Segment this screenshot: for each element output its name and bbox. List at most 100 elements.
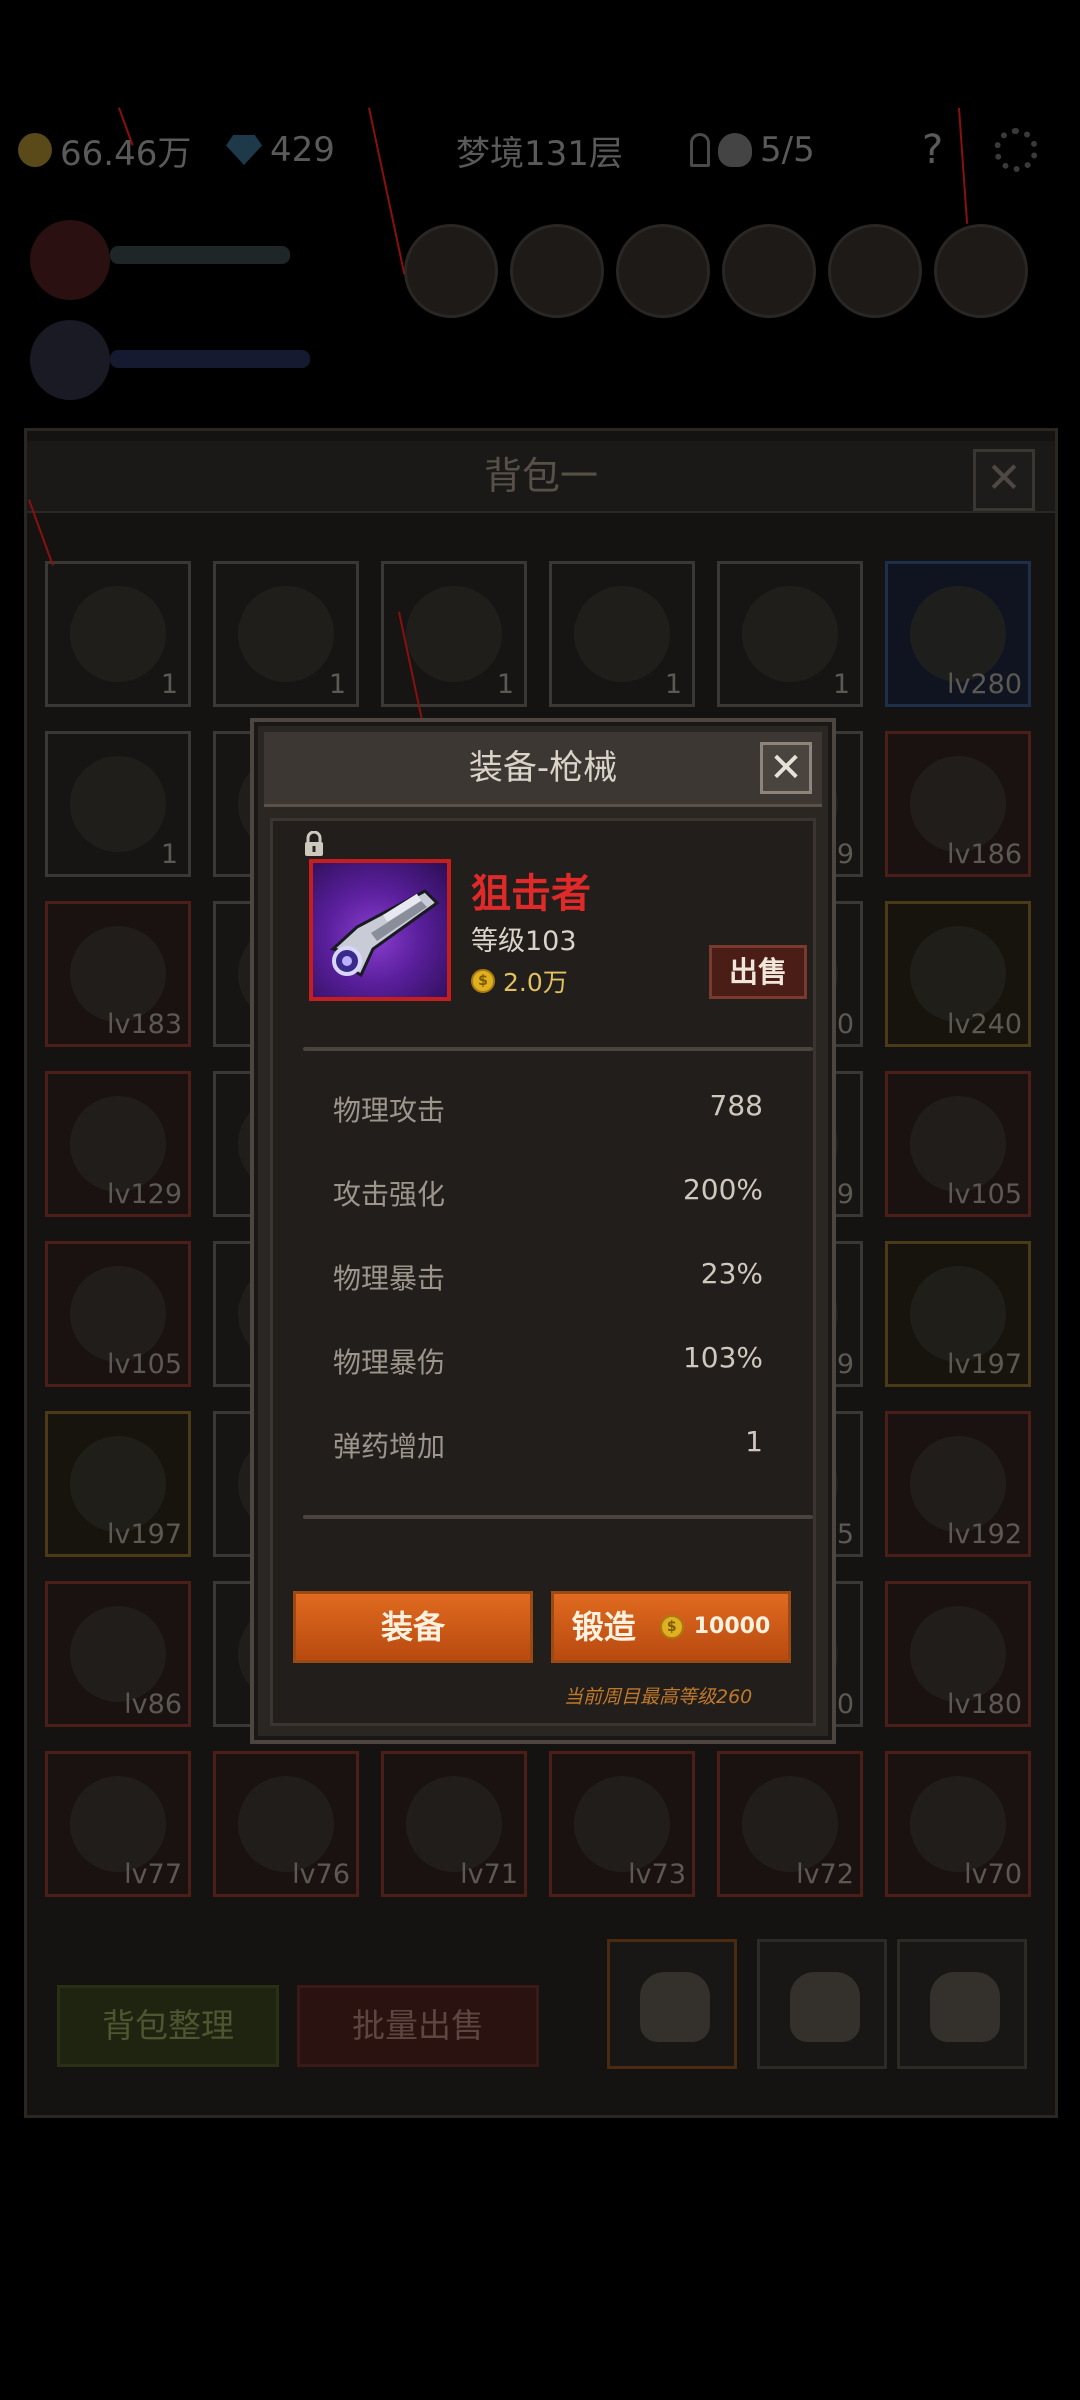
stat-name: 物理暴击 xyxy=(333,1262,446,1295)
item-level-label: lv192 xyxy=(946,1519,1022,1550)
item-price: $ 2.0万 xyxy=(471,963,568,999)
key-amount: 5/5 xyxy=(760,130,815,170)
item-art xyxy=(70,1606,166,1702)
item-level-label: lv240 xyxy=(946,1009,1022,1040)
item-art xyxy=(574,1776,670,1872)
item-art xyxy=(70,586,166,682)
bulk-sell-button[interactable]: 批量出售 xyxy=(297,1985,539,2067)
stat-value: 23% xyxy=(700,1257,763,1290)
stat-row: 物理暴击 23% xyxy=(333,1257,763,1297)
backpack-slot[interactable]: lv240 xyxy=(885,901,1031,1047)
equip-slot[interactable] xyxy=(404,224,498,318)
stat-row: 物理攻击 788 xyxy=(333,1089,763,1129)
backpack-close-button[interactable]: ✕ xyxy=(973,449,1035,511)
backpack-icon xyxy=(930,1972,1000,2042)
item-art xyxy=(70,1096,166,1192)
backpack-slot[interactable]: lv197 xyxy=(885,1241,1031,1387)
equip-slot[interactable] xyxy=(616,224,710,318)
backpack-slot[interactable]: lv129 xyxy=(45,1071,191,1217)
item-count: 1 xyxy=(160,669,178,700)
item-art xyxy=(406,586,502,682)
equip-slot[interactable] xyxy=(934,224,1028,318)
equipment-detail-dialog: 装备-枪械 ✕ 狙击者 等级103 $ 2.0万 出售 物理攻击 788 攻击强化 2… xyxy=(250,718,836,1744)
item-name: 狙击者 xyxy=(471,871,591,917)
max-level-note: 当前周目最高等级260 xyxy=(564,1686,753,1708)
backpack-slot[interactable]: lv77 xyxy=(45,1751,191,1897)
gold-coin-icon: $ xyxy=(659,1615,684,1639)
backpack-icon xyxy=(640,1972,710,2042)
equip-slot[interactable] xyxy=(828,224,922,318)
help-icon: ? xyxy=(922,127,944,173)
item-art xyxy=(910,926,1006,1022)
item-level-label: lv70 xyxy=(964,1859,1022,1890)
forge-button[interactable]: 锻造 $ 10000 xyxy=(551,1591,791,1663)
backpack-slot[interactable]: lv76 xyxy=(213,1751,359,1897)
item-price-value: 2.0万 xyxy=(503,968,568,997)
gem-icon xyxy=(226,135,262,165)
item-art xyxy=(70,1776,166,1872)
dialog-close-button[interactable]: ✕ xyxy=(760,742,812,794)
backpack-slot[interactable]: 1 xyxy=(717,561,863,707)
bag-tab-1[interactable] xyxy=(607,1939,737,2069)
backpack-slot[interactable]: 1 xyxy=(45,561,191,707)
backpack-icon xyxy=(790,1972,860,2042)
stat-value: 200% xyxy=(682,1173,763,1206)
equip-button[interactable]: 装备 xyxy=(293,1591,533,1663)
backpack-slot[interactable]: lv192 xyxy=(885,1411,1031,1557)
backpack-slot[interactable]: lv73 xyxy=(549,1751,695,1897)
lock-icon[interactable] xyxy=(303,831,325,857)
item-art xyxy=(742,1776,838,1872)
backpack-slot[interactable]: lv183 xyxy=(45,901,191,1047)
item-art xyxy=(910,586,1006,682)
sniper-gun-icon xyxy=(329,889,440,978)
divider xyxy=(303,1047,813,1051)
backpack-slot[interactable]: lv197 xyxy=(45,1411,191,1557)
backpack-slot[interactable]: lv86 xyxy=(45,1581,191,1727)
item-level-label: lv186 xyxy=(946,839,1022,870)
backpack-slot[interactable]: lv280 xyxy=(885,561,1031,707)
backpack-slot[interactable]: 1 xyxy=(549,561,695,707)
companion-avatar[interactable] xyxy=(30,320,110,400)
item-count: 1 xyxy=(496,669,514,700)
divider xyxy=(303,1515,813,1519)
backpack-slot[interactable]: lv72 xyxy=(717,1751,863,1897)
companion-bar xyxy=(110,350,310,368)
item-level-label: lv105 xyxy=(106,1349,182,1380)
backpack-slot[interactable]: lv71 xyxy=(381,1751,527,1897)
stage-label: 梦境131层 xyxy=(456,126,623,175)
backpack-title: 背包一 xyxy=(27,441,1055,513)
sell-button[interactable]: 出售 xyxy=(709,945,807,999)
bag-tab-3[interactable] xyxy=(897,1939,1027,2069)
item-art xyxy=(910,756,1006,852)
item-level-label: lv105 xyxy=(946,1179,1022,1210)
backpack-slot[interactable]: 1 xyxy=(45,731,191,877)
backpack-slot[interactable]: lv105 xyxy=(885,1071,1031,1217)
hero-avatar[interactable] xyxy=(30,220,110,300)
equip-slot[interactable] xyxy=(722,224,816,318)
dialog-title: 装备-枪械 xyxy=(468,748,618,788)
item-level: 等级103 xyxy=(471,926,577,957)
item-level-label: lv73 xyxy=(628,1859,686,1890)
item-art xyxy=(910,1436,1006,1532)
item-count: 1 xyxy=(160,839,178,870)
stat-name: 弹药增加 xyxy=(333,1430,446,1463)
organize-button[interactable]: 背包整理 xyxy=(57,1985,279,2067)
backpack-slot[interactable]: lv186 xyxy=(885,731,1031,877)
backpack-slot[interactable]: 1 xyxy=(213,561,359,707)
item-art xyxy=(70,756,166,852)
hero-panel xyxy=(0,210,1080,420)
bag-tab-2[interactable] xyxy=(757,1939,887,2069)
item-level-label: lv180 xyxy=(946,1689,1022,1720)
item-art xyxy=(238,1776,334,1872)
help-button[interactable]: ? xyxy=(922,127,943,173)
item-art xyxy=(910,1776,1006,1872)
gem-counter: 429 xyxy=(226,130,335,170)
backpack-slot[interactable]: lv70 xyxy=(885,1751,1031,1897)
item-level-label: lv280 xyxy=(946,669,1022,700)
backpack-slot[interactable]: lv180 xyxy=(885,1581,1031,1727)
backpack-slot[interactable]: lv105 xyxy=(45,1241,191,1387)
settings-button[interactable] xyxy=(994,128,1038,172)
equip-slot[interactable] xyxy=(510,224,604,318)
item-art xyxy=(70,1266,166,1362)
stat-name: 物理暴伤 xyxy=(333,1346,446,1379)
